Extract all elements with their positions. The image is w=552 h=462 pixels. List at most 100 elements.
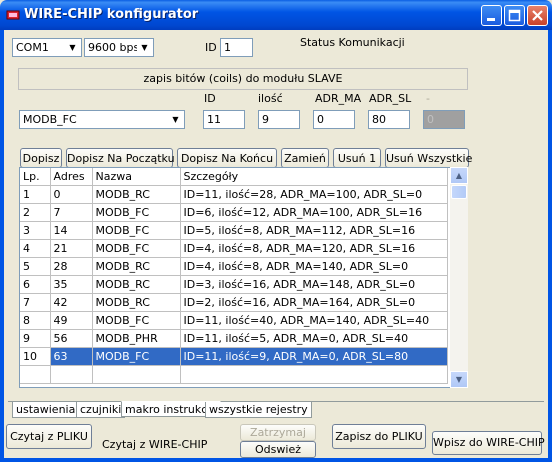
scroll-up-icon[interactable]: ▲ <box>450 167 468 184</box>
minimize-icon <box>487 18 495 21</box>
window-frame-bottom <box>0 458 552 462</box>
write-adr-ma-input[interactable]: 0 <box>313 110 355 129</box>
write-adr-ma-label: ADR_MA <box>315 92 362 105</box>
add-button[interactable]: Dopisz <box>20 148 62 168</box>
refresh-button[interactable]: Odswież <box>240 441 316 458</box>
table-row[interactable]: 1 0 MODB_RC ID=11, ilość=28, ADR_MA=100, AD… <box>20 185 448 204</box>
row-nazwa: MODB_FC <box>92 347 181 366</box>
write-extra-input: 0 <box>423 110 465 129</box>
remove-one-button[interactable]: Usuń 1 <box>333 148 381 168</box>
close-icon <box>532 10 543 21</box>
row-nazwa: MODB_FC <box>92 311 181 330</box>
function-select[interactable]: MODB_FC ▼ <box>19 110 185 129</box>
tab-wszystkie-rejestry[interactable]: wszystkie rejestry <box>205 402 312 418</box>
dropdown-arrow-icon[interactable]: ▼ <box>137 40 152 55</box>
row-szczegoly: ID=11, ilość=5, ADR_MA=0, ADR_SL=40 <box>180 329 448 348</box>
id-label: ID <box>205 41 217 54</box>
row-szczegoly: ID=11, ilość=9, ADR_MA=0, ADR_SL=80 <box>180 347 448 366</box>
row-szczegoly: ID=11, ilość=28, ADR_MA=100, ADR_SL=0 <box>180 185 448 204</box>
write-id-input[interactable]: 11 <box>203 110 245 129</box>
row-lp: 8 <box>20 311 51 330</box>
row-adres: 42 <box>50 293 93 312</box>
table-row-empty[interactable] <box>20 365 448 384</box>
row-adres: 0 <box>50 185 93 204</box>
row-szczegoly: ID=4, ilość=8, ADR_MA=120, ADR_SL=16 <box>180 239 448 258</box>
column-header[interactable]: Nazwa <box>92 168 181 186</box>
dropdown-arrow-icon[interactable]: ▼ <box>65 40 80 55</box>
function-value: MODB_FC <box>23 113 77 126</box>
row-lp: 7 <box>20 293 51 312</box>
write-count-label: ilość <box>258 92 283 105</box>
read-chip-button[interactable]: Czytaj z WIRE-CHIP <box>102 438 207 451</box>
row-lp: 4 <box>20 239 51 258</box>
row-szczegoly: ID=4, ilość=8, ADR_MA=140, ADR_SL=0 <box>180 257 448 276</box>
write-panel-header: zapis bitów (coils) do modułu SLAVE <box>18 68 468 90</box>
tab-ustawienia[interactable]: ustawienia <box>12 402 80 418</box>
write-extra-label: - <box>426 92 430 105</box>
write-chip-button[interactable]: Wpisz do WIRE-CHIP <box>432 431 545 455</box>
row-nazwa: MODB_RC <box>92 185 181 204</box>
row-lp: 10 <box>20 347 51 366</box>
close-button[interactable] <box>527 5 548 26</box>
status-label: Status Komunikacji <box>300 36 405 49</box>
row-szczegoly: ID=6, ilość=12, ADR_MA=100, ADR_SL=16 <box>180 203 448 222</box>
table-header-row: Lp. Adres Nazwa Szczegóły <box>20 168 448 186</box>
column-header[interactable]: Szczegóły <box>180 168 448 186</box>
port-value: COM1 <box>16 41 49 54</box>
table-row[interactable]: 5 28 MODB_RC ID=4, ilość=8, ADR_MA=140, ADR… <box>20 257 448 276</box>
row-nazwa: MODB_FC <box>92 221 181 240</box>
maximize-button[interactable] <box>504 5 525 26</box>
row-szczegoly: ID=11, ilość=40, ADR_MA=140, ADR_SL=40 <box>180 311 448 330</box>
row-lp: 5 <box>20 257 51 276</box>
scroll-thumb[interactable] <box>451 185 467 199</box>
scroll-down-icon[interactable]: ▼ <box>450 371 468 388</box>
baud-value: 9600 bps <box>88 41 140 54</box>
write-id-label: ID <box>204 92 216 105</box>
add-at-start-button[interactable]: Dopisz Na Początku <box>66 148 175 168</box>
row-adres: 14 <box>50 221 93 240</box>
window-frame-right <box>548 30 552 462</box>
table-row[interactable]: 3 14 MODB_FC ID=5, ilość=8, ADR_MA=112, ADR… <box>20 221 448 240</box>
window-title: WIRE-CHIP konfigurator <box>24 7 199 22</box>
row-adres: 35 <box>50 275 93 294</box>
row-adres: 21 <box>50 239 93 258</box>
row-adres: 7 <box>50 203 93 222</box>
row-lp: 2 <box>20 203 51 222</box>
write-count-input[interactable]: 9 <box>258 110 300 129</box>
table-row[interactable]: 7 42 MODB_RC ID=2, ilość=16, ADR_MA=164, AD… <box>20 293 448 312</box>
table-row[interactable]: 6 35 MODB_RC ID=3, ilość=16, ADR_MA=148, AD… <box>20 275 448 294</box>
write-adr-sl-input[interactable]: 80 <box>368 110 410 129</box>
port-select[interactable]: COM1 ▼ <box>12 38 82 57</box>
column-header[interactable]: Adres <box>50 168 93 186</box>
read-file-button[interactable]: Czytaj z PLIKU <box>6 424 92 449</box>
row-adres: 56 <box>50 329 93 348</box>
row-nazwa: MODB_RC <box>92 275 181 294</box>
row-adres: 63 <box>50 347 93 366</box>
row-adres: 28 <box>50 257 93 276</box>
remove-all-button[interactable]: Usuń Wszystkie <box>385 148 472 168</box>
table-row[interactable]: 9 56 MODB_PHR ID=11, ilość=5, ADR_MA=0, ADR… <box>20 329 448 348</box>
table-row[interactable]: 4 21 MODB_FC ID=4, ilość=8, ADR_MA=120, ADR… <box>20 239 448 258</box>
row-adres: 49 <box>50 311 93 330</box>
tab-czujniki[interactable]: czujniki <box>76 402 126 418</box>
save-file-button[interactable]: Zapisz do PLIKU <box>332 424 426 449</box>
table-row[interactable]: 2 7 MODB_FC ID=6, ilość=12, ADR_MA=100, ADR… <box>20 203 448 222</box>
minimize-button[interactable] <box>481 5 502 26</box>
replace-button[interactable]: Zamień <box>281 148 329 168</box>
row-nazwa: MODB_RC <box>92 293 181 312</box>
table-scrollbar[interactable]: ▲ ▼ <box>450 167 468 388</box>
row-lp: 6 <box>20 275 51 294</box>
macro-table[interactable]: Lp. Adres Nazwa Szczegóły 1 0 MODB_RC ID=11… <box>19 167 451 388</box>
baud-select[interactable]: 9600 bps ▼ <box>84 38 154 57</box>
device-id-input[interactable]: 1 <box>220 38 253 57</box>
dropdown-arrow-icon[interactable]: ▼ <box>168 112 183 127</box>
table-row[interactable]: 8 49 MODB_FC ID=11, ilość=40, ADR_MA=140, A… <box>20 311 448 330</box>
table-row-selected[interactable]: 10 63 MODB_FC ID=11, ilość=9, ADR_MA=0, ADR… <box>20 347 448 366</box>
row-nazwa: MODB_FC <box>92 239 181 258</box>
column-header[interactable]: Lp. <box>20 168 51 186</box>
add-at-end-button[interactable]: Dopisz Na Końcu <box>177 148 277 168</box>
stop-button: Zatrzymaj <box>240 424 316 441</box>
row-lp: 9 <box>20 329 51 348</box>
row-szczegoly: ID=5, ilość=8, ADR_MA=112, ADR_SL=16 <box>180 221 448 240</box>
row-szczegoly: ID=3, ilość=16, ADR_MA=148, ADR_SL=0 <box>180 275 448 294</box>
